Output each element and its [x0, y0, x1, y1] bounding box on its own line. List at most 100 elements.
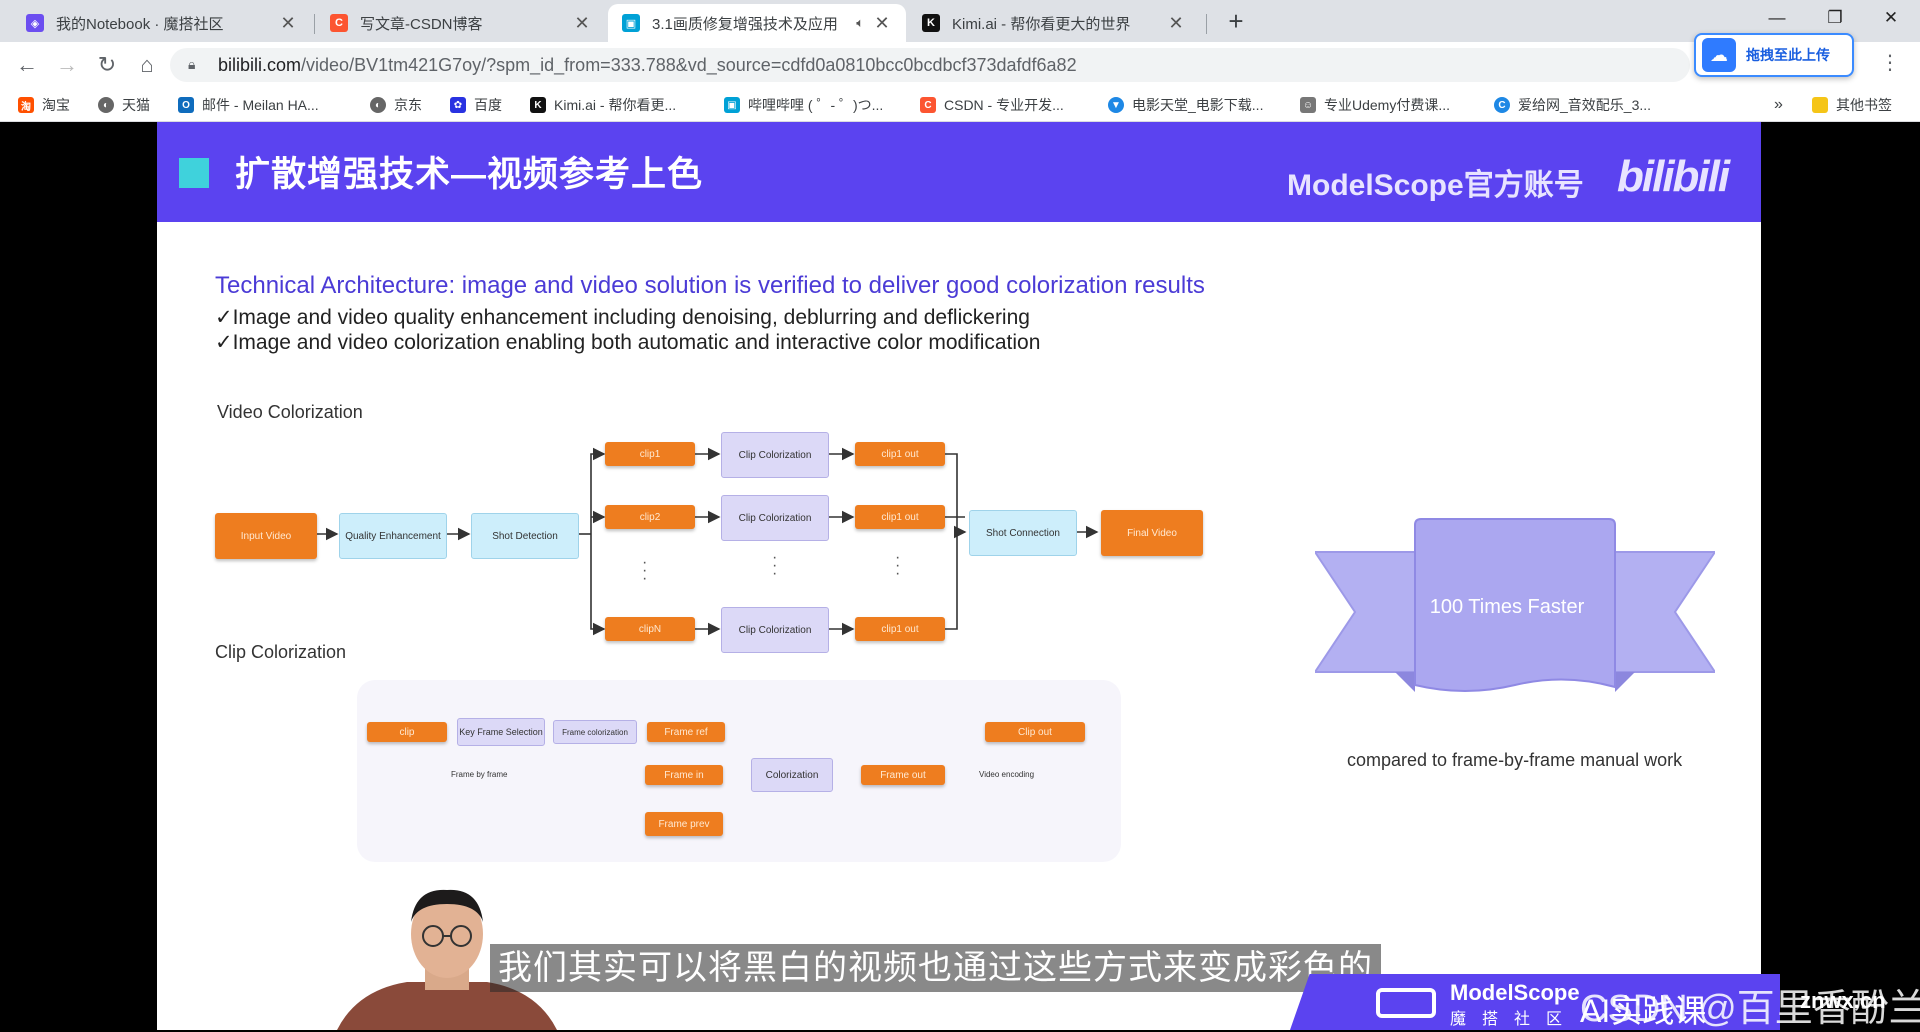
bookmark-label: Kimi.ai - 帮你看更... — [554, 97, 677, 113]
upload-label: 拖拽至此上传 — [1746, 47, 1830, 63]
other-bookmarks[interactable]: 其他书签 — [1812, 94, 1892, 116]
url-text: bilibili.com/video/BV1tm421G7oy/?spm_id_… — [218, 55, 1077, 76]
close-icon[interactable]: ✕ — [572, 13, 592, 34]
bookmark-label: 百度 — [474, 97, 502, 113]
bilibili-icon: ▣ — [622, 14, 640, 32]
bookmark-label: 电影天堂_电影下载... — [1132, 97, 1264, 113]
bookmark-label: 爱给网_音效配乐_3... — [1518, 97, 1652, 113]
final-video-box: Final Video — [1101, 510, 1203, 556]
bookmark-bilibili[interactable]: ▣ 哔哩哔哩 ( ゜- ゜)つ... — [724, 94, 883, 116]
clip-colorization-box: Clip Colorization — [721, 607, 829, 653]
aigei-icon: C — [1494, 97, 1510, 113]
bookmarks-bar: 淘淘宝 ◐ 天猫 O 邮件 - Meilan HA... ◐ 京东 ✿ 百度 K Kimi… — [0, 88, 1920, 122]
video-encoding-label: Video encoding — [979, 770, 1035, 779]
bookmark-label: 京东 — [394, 97, 422, 113]
tab-bar: ◈ 我的Notebook · 魔搭社区 ✕ C 写文章-CSDN博客 ✕ ▣ 3… — [0, 0, 1920, 42]
lock-icon[interactable]: 🔒︎ — [188, 56, 195, 73]
tab-bilibili[interactable]: ▣ 3.1画质修复增强技术及应用 🔈︎ ✕ — [608, 4, 906, 42]
tab-title: 3.1画质修复增强技术及应用 — [652, 15, 838, 33]
tab-kimi[interactable]: K Kimi.ai - 帮你看更大的世界 ✕ — [908, 4, 1200, 42]
shot-connection-box: Shot Connection — [969, 510, 1077, 556]
csdn-icon: C — [330, 14, 348, 32]
close-icon[interactable]: ✕ — [278, 13, 298, 34]
ellipsis-dots: · · · — [772, 549, 778, 582]
bookmark-outlook[interactable]: O 邮件 - Meilan HA... — [178, 94, 319, 116]
browser-toolbar: ← → ↻ ⌂ 🔒︎ bilibili.com/video/BV1tm421G7… — [0, 42, 1920, 88]
bookmark-baidu[interactable]: ✿ 百度 — [450, 94, 502, 116]
tab-title: 写文章-CSDN博客 — [360, 15, 483, 33]
new-tab-button[interactable]: + — [1220, 6, 1252, 38]
clip-out-box: clip1 out — [855, 617, 945, 641]
home-button[interactable]: ⌂ — [132, 50, 162, 80]
more-menu-icon[interactable]: ⋮ — [1880, 50, 1900, 75]
frame-in-box: Frame in — [645, 765, 723, 785]
modelscope-logo-icon — [1376, 988, 1436, 1018]
bookmark-movie[interactable]: ▼ 电影天堂_电影下载... — [1108, 94, 1263, 116]
bookmark-label: CSDN - 专业开发... — [944, 97, 1064, 113]
back-button[interactable]: ← — [12, 50, 42, 80]
tab-modelscope[interactable]: ◈ 我的Notebook · 魔搭社区 ✕ — [12, 4, 312, 42]
ribbon-text: 100 Times Faster — [1429, 596, 1585, 618]
video-player[interactable]: 扩散增强技术—视频参考上色 ModelScope官方账号 bilibili Te… — [0, 122, 1920, 1030]
bookmark-label: 哔哩哔哩 ( ゜- ゜)つ... — [748, 97, 884, 113]
clip-colorization-label: Clip Colorization — [215, 642, 347, 662]
reload-button[interactable]: ↻ — [92, 50, 122, 80]
baidu-upload-button[interactable]: ☁ 拖拽至此上传 — [1694, 33, 1854, 77]
url-host: bilibili.com — [218, 55, 302, 75]
clip-out-box: clip1 out — [855, 505, 945, 529]
input-video-box: Input Video — [215, 513, 317, 559]
key-frame-selection-box: Key Frame Selection — [457, 718, 545, 746]
address-bar[interactable]: 🔒︎ bilibili.com/video/BV1tm421G7oy/?spm_… — [170, 48, 1690, 82]
baidu-icon: ✿ — [450, 97, 466, 113]
bookmarks-more-button[interactable]: » — [1774, 94, 1783, 116]
clip2-box: clip2 — [605, 505, 695, 529]
tmall-icon: ◐ — [98, 97, 114, 113]
close-icon[interactable]: ✕ — [1166, 13, 1186, 34]
jd-icon: ◐ — [370, 97, 386, 113]
tab-separator — [1206, 14, 1207, 34]
csdn-icon: C — [920, 97, 936, 113]
other-bookmarks-label: 其他书签 — [1836, 97, 1892, 113]
tab-title: Kimi.ai - 帮你看更大的世界 — [952, 15, 1131, 33]
bookmark-aigei[interactable]: C 爱给网_音效配乐_3... — [1494, 94, 1651, 116]
quality-enhancement-box: Quality Enhancement — [339, 513, 447, 559]
shield-icon: ▼ — [1108, 97, 1124, 113]
bookmark-label: 邮件 - Meilan HA... — [202, 97, 319, 113]
clip-out-box: Clip out — [985, 722, 1085, 742]
banner-subtext: 魔搭社区 — [1450, 1011, 1579, 1028]
bookmark-jd[interactable]: ◐ 京东 — [370, 94, 422, 116]
clip-box: clip — [367, 722, 447, 742]
shot-detection-box: Shot Detection — [471, 513, 579, 559]
bookmark-label: 天猫 — [122, 97, 150, 113]
cloud-icon: ☁ — [1702, 38, 1736, 72]
bookmark-udemy[interactable]: ☺ 专业Udemy付费课... — [1300, 94, 1450, 116]
znwx-watermark: znwx.cn — [1800, 988, 1886, 1013]
colorization-box: Colorization — [751, 758, 833, 792]
ribbon-caption: compared to frame-by-frame manual work — [1347, 750, 1683, 770]
kimi-icon: K — [530, 97, 546, 113]
bookmark-tmall[interactable]: ◐ 天猫 — [98, 94, 150, 116]
clip-colorization-box: Clip Colorization — [721, 432, 829, 478]
speaker-icon[interactable]: 🔈︎ — [856, 15, 864, 31]
close-window-button[interactable]: ✕ — [1862, 0, 1920, 38]
forward-button[interactable]: → — [52, 50, 82, 80]
bookmark-csdn[interactable]: C CSDN - 专业开发... — [920, 94, 1064, 116]
modelscope-icon: ◈ — [26, 14, 44, 32]
banner-logo-text: ModelScope — [1450, 980, 1580, 1005]
bookmark-label: 专业Udemy付费课... — [1324, 97, 1451, 113]
tab-title: 我的Notebook · 魔搭社区 — [56, 15, 224, 33]
frame-ref-box: Frame ref — [647, 722, 725, 742]
kimi-icon: K — [922, 14, 940, 32]
tab-csdn[interactable]: C 写文章-CSDN博客 ✕ — [316, 4, 606, 42]
close-icon[interactable]: ✕ — [872, 13, 892, 34]
bookmark-kimi[interactable]: K Kimi.ai - 帮你看更... — [530, 94, 676, 116]
clipN-box: clipN — [605, 617, 695, 641]
users-icon: ☺ — [1300, 97, 1316, 113]
frame-prev-box: Frame prev — [645, 812, 723, 836]
outlook-icon: O — [178, 97, 194, 113]
url-path: /video/BV1tm421G7oy/?spm_id_from=333.788… — [301, 55, 1077, 75]
bookmark-taobao[interactable]: 淘淘宝 — [18, 94, 70, 116]
taobao-icon: 淘 — [18, 97, 34, 113]
clip-out-box: clip1 out — [855, 442, 945, 466]
clip1-box: clip1 — [605, 442, 695, 466]
